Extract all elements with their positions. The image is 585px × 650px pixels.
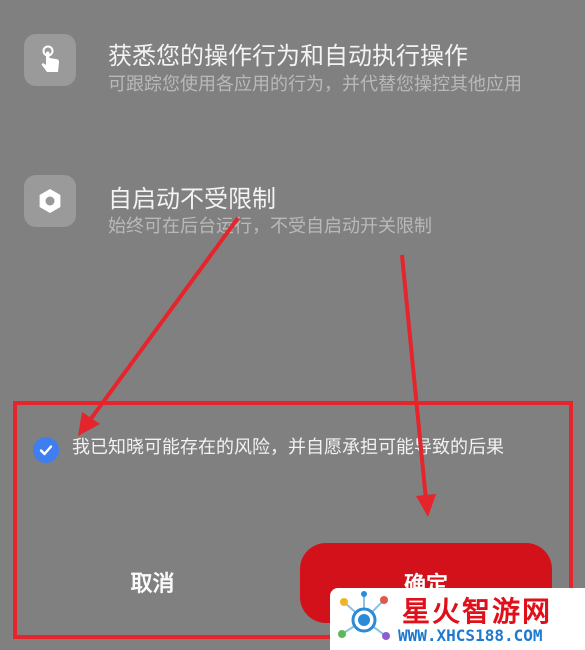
site-watermark: 星火智游网 WWW.XHCS188.COM xyxy=(330,588,585,650)
network-logo-icon xyxy=(338,591,390,640)
checkmark-icon xyxy=(39,445,53,456)
permission-title: 获悉您的操作行为和自动执行操作 xyxy=(108,42,468,70)
permission-title: 自启动不受限制 xyxy=(108,185,276,213)
watermark-url: WWW.XHCS188.COM xyxy=(398,626,543,645)
cancel-button[interactable]: 取消 xyxy=(35,543,270,621)
permission-description: 始终可在后台运行，不受自启动开关限制 xyxy=(108,216,432,237)
watermark-name: 星火智游网 xyxy=(402,595,553,628)
hand-tap-icon xyxy=(24,34,76,86)
annotation-arrow-checkbox xyxy=(88,216,240,422)
permission-dialog: 获悉您的操作行为和自动执行操作 可跟踪您使用各应用的行为，并代替您操控其他应用 … xyxy=(0,0,585,650)
hexagon-settings-icon xyxy=(24,175,76,227)
consent-label[interactable]: 我已知晓可能存在的风险，并自愿承担可能导致的后果 xyxy=(72,434,552,462)
permission-description: 可跟踪您使用各应用的行为，并代替您操控其他应用 xyxy=(108,74,522,95)
consent-checkbox[interactable] xyxy=(33,437,59,463)
